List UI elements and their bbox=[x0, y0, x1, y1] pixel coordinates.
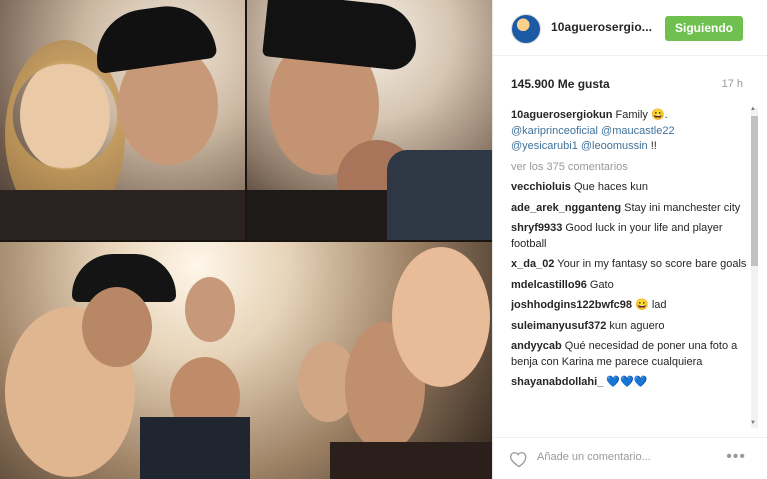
comment: ade_arek_ngganteng Stay ini manchester c… bbox=[511, 201, 747, 217]
instagram-post: 10aguerosergio... Siguiendo 145.900 Me g… bbox=[0, 0, 767, 479]
caption-mentions-2[interactable]: @yesicarubi1 @leoomussin bbox=[511, 140, 648, 152]
more-options-icon[interactable]: ••• bbox=[726, 448, 746, 466]
post-details-panel: 10aguerosergio... Siguiendo 145.900 Me g… bbox=[492, 0, 767, 479]
comment-username[interactable]: shryf9933 bbox=[511, 222, 562, 234]
comment-username[interactable]: andyycab bbox=[511, 340, 562, 352]
likes-count[interactable]: 145.900 Me gusta bbox=[511, 77, 610, 91]
comment-username[interactable]: joshhodgins122bwfc98 bbox=[511, 299, 632, 311]
comment-username[interactable]: vecchioluis bbox=[511, 181, 571, 193]
person-man-face bbox=[185, 277, 235, 342]
caption-suffix: !! bbox=[647, 140, 657, 152]
comment-text: 😀 lad bbox=[632, 299, 667, 311]
comment-text: Stay ini manchester city bbox=[621, 201, 741, 214]
person-man-face bbox=[82, 287, 152, 367]
comment-username[interactable]: mdelcastillo96 bbox=[511, 279, 587, 291]
comment: x_da_02 Your in my fantasy so score bare… bbox=[511, 257, 747, 273]
scroll-up-arrow-icon[interactable]: ▲ bbox=[750, 106, 756, 112]
comment-text: kun aguero bbox=[606, 319, 665, 332]
comment: andyycab Qué necesidad de poner una foto… bbox=[511, 339, 747, 370]
view-all-comments-link[interactable]: ver los 375 comentarios bbox=[511, 160, 747, 176]
comment-username[interactable]: shayanabdollahi_ bbox=[511, 376, 603, 388]
child-shirt bbox=[140, 417, 250, 479]
clothes bbox=[330, 442, 492, 479]
comment-text: Que haces kun bbox=[570, 181, 648, 193]
collage-photo-top-right bbox=[247, 0, 492, 240]
heart-outline-icon[interactable] bbox=[509, 449, 529, 469]
comment-text: Your in my fantasy so score bare goals bbox=[554, 258, 747, 270]
clothes bbox=[0, 190, 245, 240]
collage-photo-top-left bbox=[0, 0, 245, 240]
comments-scrollbar-thumb[interactable] bbox=[751, 116, 758, 266]
girl-face bbox=[392, 247, 490, 387]
comment-footer: Añade un comentario... ••• bbox=[493, 437, 767, 479]
comment-username[interactable]: x_da_02 bbox=[511, 258, 554, 270]
comment: vecchioluis Que haces kun bbox=[511, 180, 747, 196]
comment: mdelcastillo96 Gato bbox=[511, 278, 747, 294]
comment: suleimanyusuf372 kun aguero bbox=[511, 319, 747, 335]
collage-photo-bottom bbox=[0, 242, 492, 479]
caption-mentions-1[interactable]: @kariprinceoficial @maucastle22 bbox=[511, 125, 675, 137]
caption-text: Family 😀. bbox=[612, 109, 668, 121]
comment-username[interactable]: ade_arek_ngganteng bbox=[511, 202, 621, 214]
comments-list[interactable]: 10aguerosergiokun Family 😀. @kariprinceo… bbox=[511, 108, 747, 430]
child-shirt bbox=[387, 150, 492, 240]
comment-text: Gato bbox=[586, 278, 614, 291]
comment-text: 💙💙💙 bbox=[603, 376, 648, 388]
clothes bbox=[247, 190, 387, 240]
comment: joshhodgins122bwfc98 😀 lad bbox=[511, 298, 747, 314]
username-link[interactable]: 10aguerosergio... bbox=[551, 20, 652, 34]
comment-username[interactable]: suleimanyusuf372 bbox=[511, 320, 606, 332]
scroll-down-arrow-icon[interactable]: ▼ bbox=[750, 420, 756, 426]
comment: shayanabdollahi_ 💙💙💙 bbox=[511, 375, 747, 391]
caption-username[interactable]: 10aguerosergiokun bbox=[511, 109, 612, 121]
post-time[interactable]: 17 h bbox=[722, 78, 743, 90]
avatar[interactable] bbox=[511, 14, 541, 44]
post-photo[interactable] bbox=[0, 0, 492, 479]
comment: shryf9933 Good luck in your life and pla… bbox=[511, 221, 747, 252]
add-comment-input[interactable]: Añade un comentario... bbox=[537, 451, 651, 463]
caption: 10aguerosergiokun Family 😀. @kariprinceo… bbox=[511, 108, 747, 155]
following-button[interactable]: Siguiendo bbox=[665, 16, 743, 41]
post-header: 10aguerosergio... Siguiendo bbox=[493, 0, 767, 56]
